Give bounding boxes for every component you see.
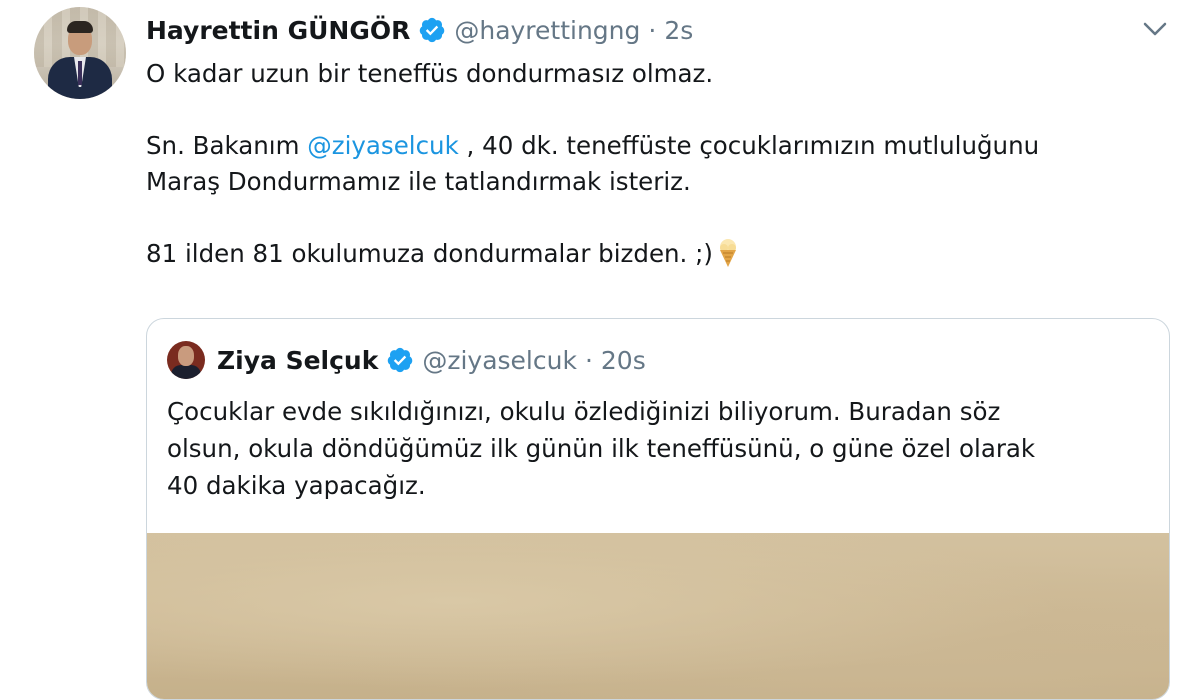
verified-badge-icon — [388, 347, 413, 373]
ice-cream-emoji-icon — [719, 239, 736, 267]
quoted-author-handle[interactable]: @ziyaselcuk — [422, 346, 577, 375]
quoted-author-avatar[interactable] — [167, 341, 205, 379]
tweet-text: O kadar uzun bir teneffüs dondurmasız ol… — [146, 56, 1176, 272]
chevron-down-icon[interactable] — [1140, 14, 1170, 44]
tweet-text-line: Maraş Dondurmamız ile tatlandırmak ister… — [146, 167, 691, 196]
quoted-text-line: 40 dakika yapacağız. — [167, 471, 426, 500]
text-segment: , 40 dk. teneffüste çocuklarımızın mutlu… — [458, 131, 1040, 160]
tweet-text-line: Sn. Bakanım @ziyaselcuk , 40 dk. teneffü… — [146, 128, 1176, 164]
tweet-text-line: O kadar uzun bir teneffüs dondurmasız ol… — [146, 59, 714, 88]
tweet-timestamp[interactable]: 2s — [664, 16, 693, 45]
quoted-author-display-name[interactable]: Ziya Selçuk — [217, 346, 378, 375]
tweet: Hayrettin GÜNGÖR @hayrettingng · 2s O ka… — [0, 0, 1200, 700]
quoted-tweet-header: Ziya Selçuk @ziyaselcuk · 20s — [217, 341, 646, 379]
verified-badge-icon — [420, 17, 445, 43]
quoted-tweet-timestamp[interactable]: 20s — [601, 346, 646, 375]
author-handle[interactable]: @hayrettingng — [454, 16, 640, 45]
author-display-name[interactable]: Hayrettin GÜNGÖR — [146, 16, 410, 45]
mention-link[interactable]: @ziyaselcuk — [307, 131, 459, 160]
separator-dot: · — [648, 15, 657, 45]
separator-dot: · — [584, 345, 593, 375]
quoted-text-line: Çocuklar evde sıkıldığınızı, okulu özled… — [167, 397, 1001, 426]
quoted-tweet[interactable]: Ziya Selçuk @ziyaselcuk · 20s Çocuklar e… — [146, 318, 1170, 700]
text-segment: Sn. Bakanım — [146, 131, 308, 160]
quoted-text-line: olsun, okula döndüğümüz ilk günün ilk te… — [167, 434, 1036, 463]
quoted-tweet-text: Çocuklar evde sıkıldığınızı, okulu özled… — [167, 393, 1157, 504]
quoted-tweet-media-image[interactable] — [147, 533, 1169, 699]
tweet-text-line: 81 ilden 81 okulumuza dondurmalar bizden… — [146, 236, 1176, 272]
tweet-header: Hayrettin GÜNGÖR @hayrettingng · 2s — [146, 12, 693, 48]
author-avatar[interactable] — [34, 7, 126, 99]
text-segment: 81 ilden 81 okulumuza dondurmalar bizden… — [146, 239, 713, 268]
